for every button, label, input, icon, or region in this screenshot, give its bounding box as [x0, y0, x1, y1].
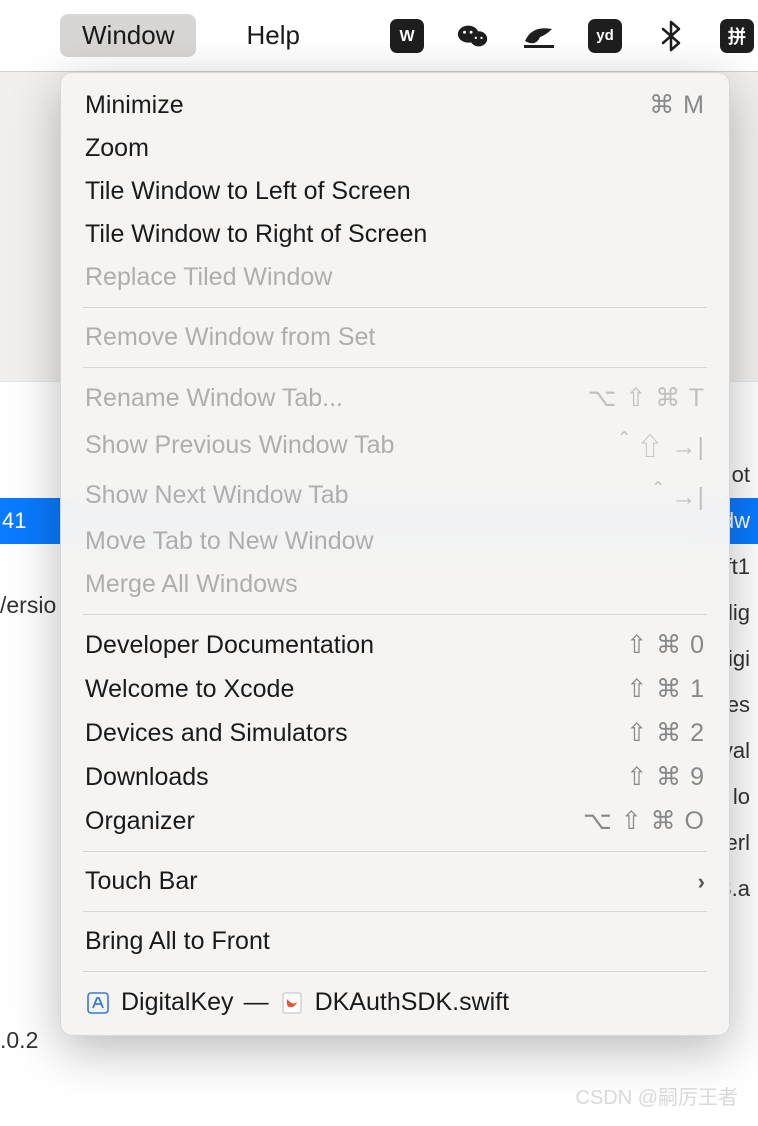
- menu-minimize[interactable]: Minimize⌘ M: [61, 83, 729, 127]
- window-menu-dropdown: Minimize⌘ M Zoom Tile Window to Left of …: [60, 72, 730, 1036]
- menu-open-window-item[interactable]: DigitalKey — DKAuthSDK.swift: [61, 980, 729, 1025]
- menu-organizer[interactable]: Organizer⌥ ⇧ ⌘ O: [61, 799, 729, 843]
- menu-next-tab: Show Next Window Tab＾→|: [61, 470, 729, 520]
- menu-rename-tab: Rename Window Tab...⌥ ⇧ ⌘ T: [61, 376, 729, 420]
- menubar-window[interactable]: Window: [60, 14, 196, 57]
- svg-text:W: W: [399, 28, 415, 45]
- menu-downloads[interactable]: Downloads⇧ ⌘ 9: [61, 755, 729, 799]
- menu-developer-docs[interactable]: Developer Documentation⇧ ⌘ 0: [61, 623, 729, 667]
- menu-devices-simulators[interactable]: Devices and Simulators⇧ ⌘ 2: [61, 711, 729, 755]
- menu-prev-tab: Show Previous Window Tab＾⇧ →|: [61, 420, 729, 470]
- menu-remove-from-set: Remove Window from Set: [61, 316, 729, 359]
- pinyin-icon[interactable]: 拼: [720, 19, 754, 53]
- swift-file-icon: [279, 990, 305, 1016]
- menubar: Window Help W yd 拼: [0, 0, 758, 72]
- menu-welcome-xcode[interactable]: Welcome to Xcode⇧ ⌘ 1: [61, 667, 729, 711]
- bluetooth-icon[interactable]: [654, 19, 688, 53]
- menu-separator: [83, 367, 707, 368]
- menu-zoom[interactable]: Zoom: [61, 127, 729, 170]
- menu-bring-all-front[interactable]: Bring All to Front: [61, 920, 729, 963]
- chevron-right-icon: ›: [698, 869, 705, 895]
- menu-tile-left[interactable]: Tile Window to Left of Screen: [61, 170, 729, 213]
- menu-merge-windows: Merge All Windows: [61, 563, 729, 606]
- menu-separator: [83, 851, 707, 852]
- wechat-icon[interactable]: [456, 19, 490, 53]
- window-separator: —: [244, 988, 269, 1017]
- menubar-help[interactable]: Help: [224, 14, 321, 57]
- bg-text-02: .0.2: [0, 1027, 38, 1054]
- window-file-name: DKAuthSDK.swift: [315, 988, 510, 1017]
- wps-icon[interactable]: W: [390, 19, 424, 53]
- xcode-project-icon: [85, 990, 111, 1016]
- menu-separator: [83, 614, 707, 615]
- menu-touch-bar[interactable]: Touch Bar ›: [61, 860, 729, 903]
- menu-separator: [83, 307, 707, 308]
- menu-separator: [83, 971, 707, 972]
- yd-icon[interactable]: yd: [588, 19, 622, 53]
- menu-separator: [83, 911, 707, 912]
- watermark-text: CSDN @嗣厉王者: [575, 1081, 738, 1110]
- bird-icon[interactable]: [522, 19, 556, 53]
- menu-replace-tiled: Replace Tiled Window: [61, 256, 729, 299]
- menubar-tray: W yd 拼: [390, 19, 758, 53]
- menu-move-tab: Move Tab to New Window: [61, 520, 729, 563]
- window-project-name: DigitalKey: [121, 988, 234, 1017]
- menu-tile-right[interactable]: Tile Window to Right of Screen: [61, 213, 729, 256]
